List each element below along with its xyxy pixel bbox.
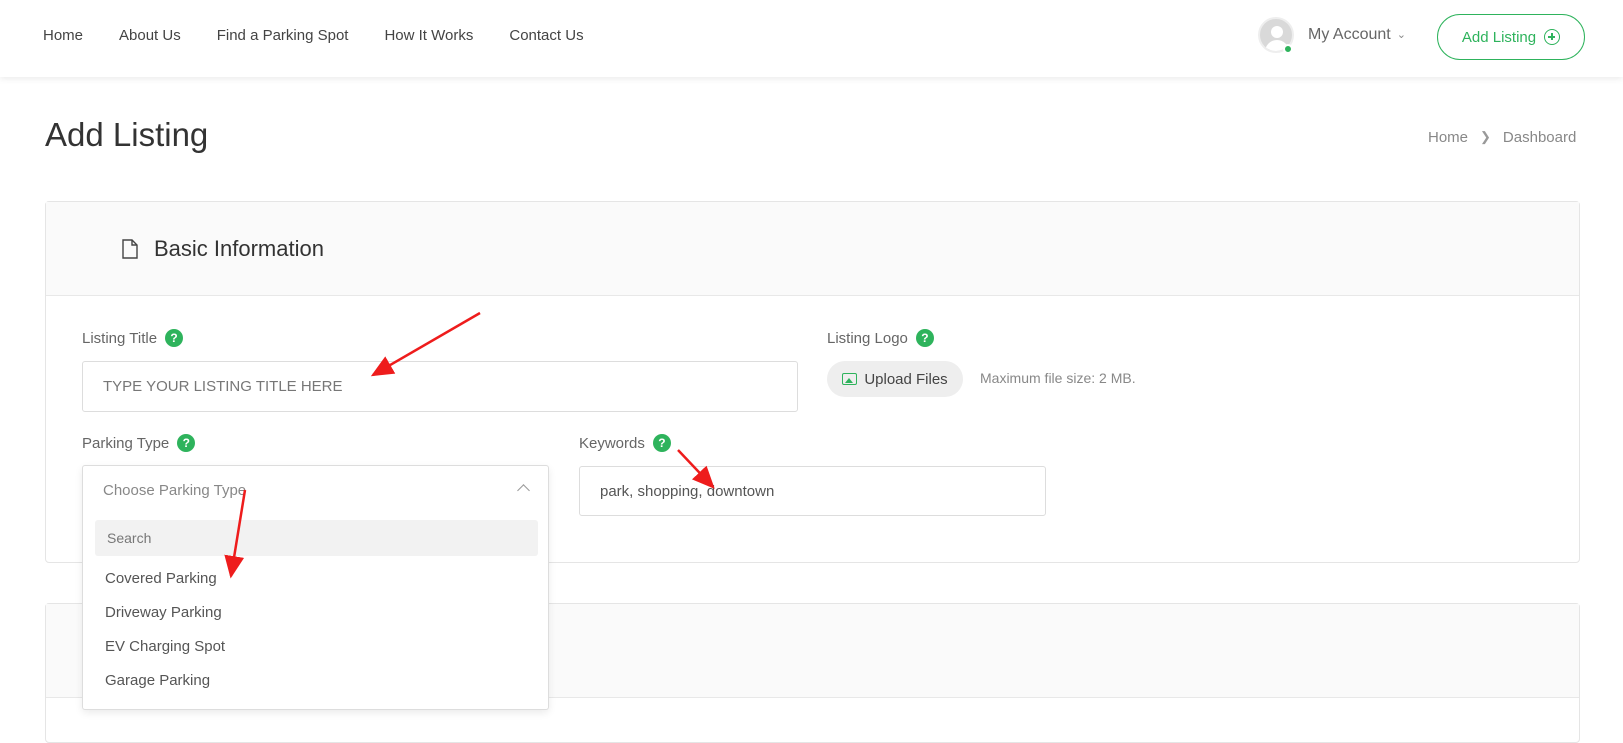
parking-type-search-input[interactable]: Search <box>95 520 538 556</box>
main-nav: Home About Us Find a Parking Spot How It… <box>43 27 584 44</box>
avatar-head <box>1271 26 1283 38</box>
chevron-up-icon[interactable] <box>517 484 530 497</box>
listing-title-placeholder: TYPE YOUR LISTING TITLE HERE <box>103 378 343 395</box>
help-icon[interactable]: ? <box>165 329 184 347</box>
add-listing-button[interactable]: Add Listing <box>1437 14 1585 60</box>
chevron-down-icon[interactable]: ⌄ <box>1397 28 1406 41</box>
nav-home[interactable]: Home <box>43 27 83 44</box>
listing-title-input[interactable]: TYPE YOUR LISTING TITLE HERE <box>82 361 798 412</box>
nav-contact-us[interactable]: Contact Us <box>509 27 583 44</box>
document-icon <box>122 239 138 259</box>
nav-find-parking-spot[interactable]: Find a Parking Spot <box>217 27 349 44</box>
parking-type-select[interactable]: Choose Parking Type Search Covered Parki… <box>82 465 549 710</box>
my-account-label[interactable]: My Account <box>1308 26 1391 44</box>
upload-files-button[interactable]: Upload Files <box>827 361 963 397</box>
section-title-text: Basic Information <box>154 236 324 261</box>
listing-logo-label-text: Listing Logo <box>827 329 908 347</box>
online-status-dot <box>1283 44 1293 54</box>
max-file-size-note: Maximum file size: 2 MB. <box>980 370 1136 386</box>
listing-title-label-text: Listing Title <box>82 329 158 347</box>
account-menu[interactable]: My Account ⌄ <box>1258 17 1406 53</box>
plus-circle-icon <box>1544 29 1561 45</box>
breadcrumb: Home ❯ Dashboard <box>1428 129 1576 146</box>
nav-about-us[interactable]: About Us <box>119 27 181 44</box>
chevron-right-icon: ❯ <box>1480 129 1491 144</box>
option-ev-charging-spot[interactable]: EV Charging Spot <box>105 638 225 655</box>
add-listing-button-label: Add Listing <box>1461 28 1537 46</box>
help-icon[interactable]: ? <box>915 329 934 347</box>
parking-type-selected[interactable]: Choose Parking Type <box>103 482 246 499</box>
listing-logo-label: Listing Logo ? <box>827 329 934 347</box>
page-title: Add Listing <box>45 116 209 153</box>
breadcrumb-home[interactable]: Home <box>1428 129 1468 146</box>
option-covered-parking[interactable]: Covered Parking <box>105 570 217 587</box>
option-garage-parking[interactable]: Garage Parking <box>105 672 210 689</box>
option-driveway-parking[interactable]: Driveway Parking <box>105 604 222 621</box>
help-icon[interactable]: ? <box>177 434 196 452</box>
section-title: Basic Information <box>122 236 324 262</box>
breadcrumb-current: Dashboard <box>1502 129 1577 146</box>
top-header: Home About Us Find a Parking Spot How It… <box>0 0 1623 77</box>
parking-type-label-text: Parking Type <box>82 434 170 452</box>
search-placeholder: Search <box>107 530 152 546</box>
upload-files-label: Upload Files <box>864 370 948 388</box>
keywords-label-text: Keywords <box>579 434 645 452</box>
parking-type-label: Parking Type ? <box>82 434 196 452</box>
keywords-label: Keywords ? <box>579 434 671 452</box>
listing-title-label: Listing Title ? <box>82 329 184 347</box>
image-icon <box>842 373 858 385</box>
keywords-input[interactable]: park, shopping, downtown <box>579 466 1046 516</box>
help-icon[interactable]: ? <box>652 434 671 452</box>
keywords-value: park, shopping, downtown <box>600 482 775 500</box>
nav-how-it-works[interactable]: How It Works <box>384 27 473 44</box>
